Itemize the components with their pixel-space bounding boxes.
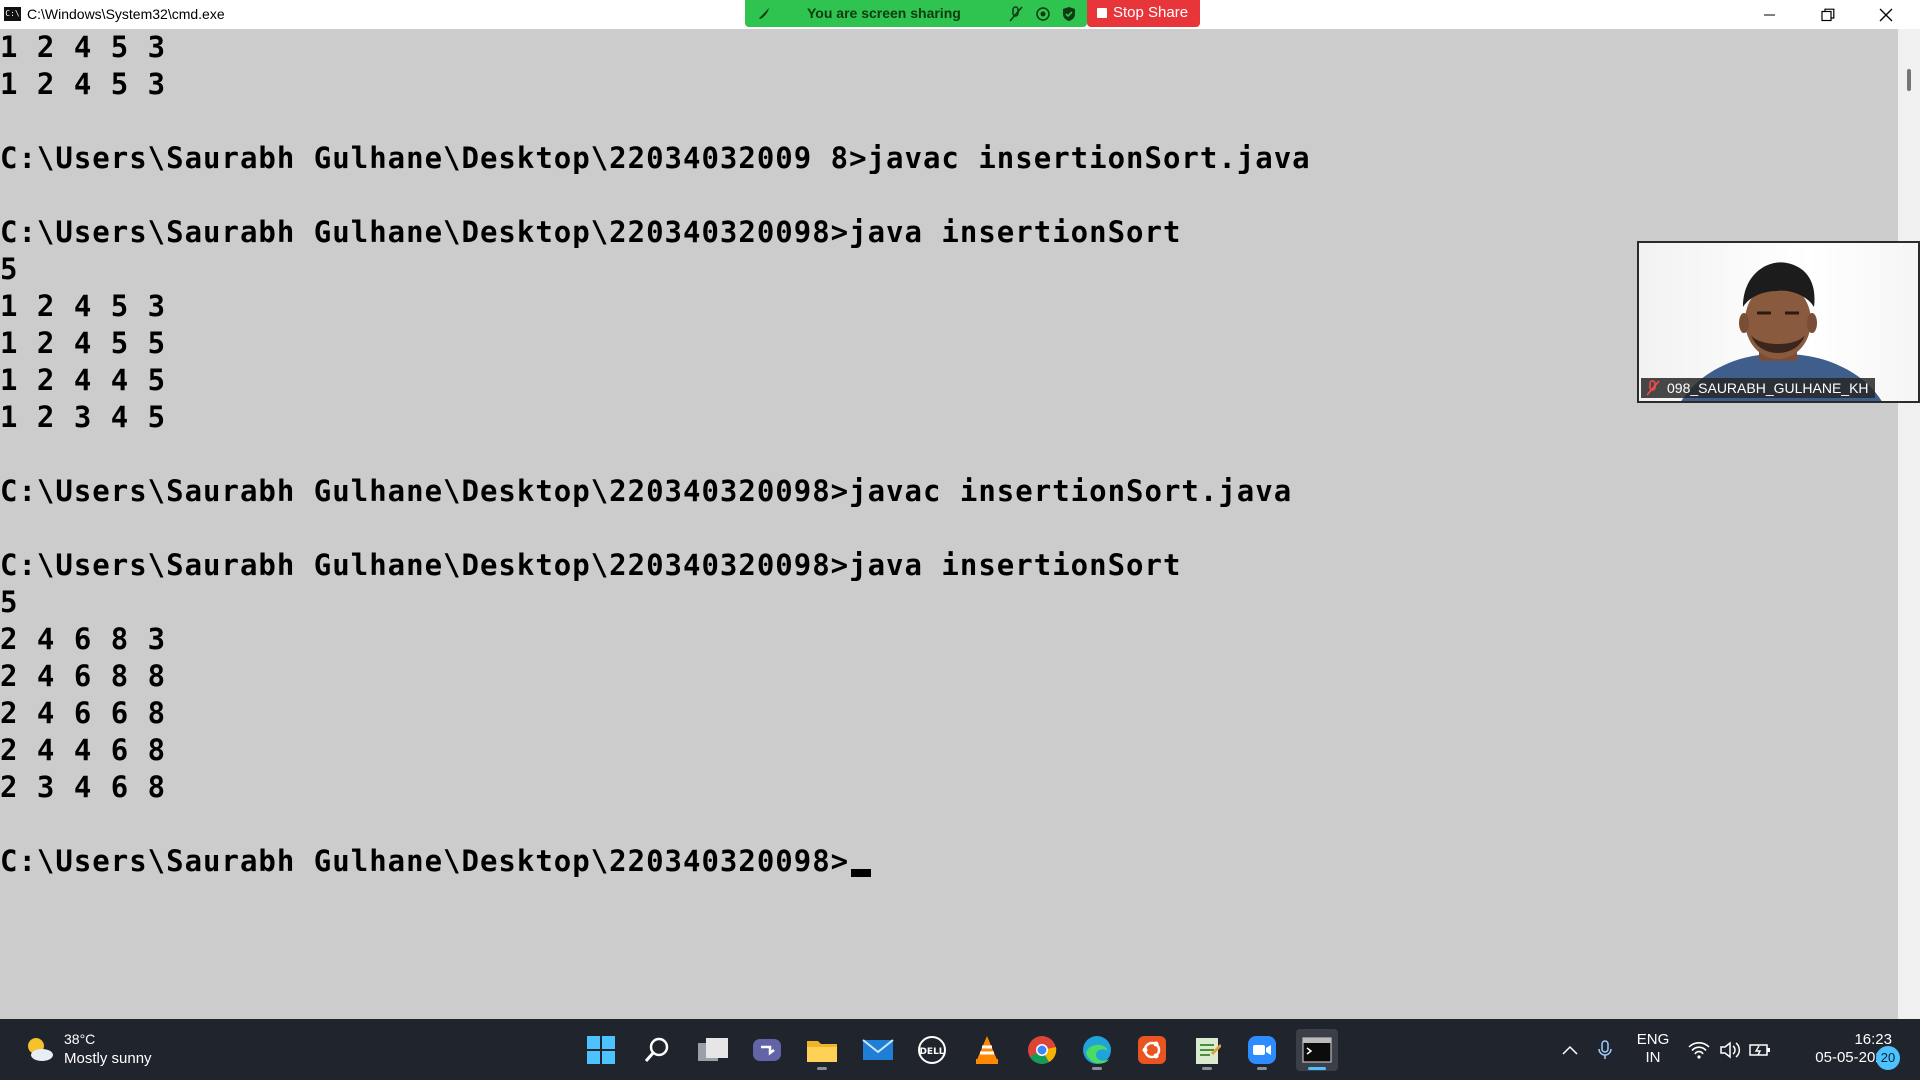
console-line: C:\Users\Saurabh Gulhane\Desktop\2203403… [0,548,1182,582]
input-language-indicator[interactable]: ENG IN [1633,1031,1673,1067]
stop-share-button[interactable]: Stop Share [1087,0,1200,27]
wifi-icon [1688,1041,1710,1059]
notepad-icon [1196,1038,1221,1064]
dell-icon: DELL [918,1036,946,1064]
edge-icon [1083,1036,1111,1064]
minimize-icon [1764,14,1775,15]
file-explorer-button[interactable] [801,1029,843,1071]
scrollbar-thumb[interactable] [1907,69,1911,91]
vlc-icon [976,1036,998,1064]
console-line: 1 2 4 5 5 [0,326,167,360]
edge-button[interactable] [1076,1029,1118,1071]
battery-button[interactable] [1746,1019,1774,1080]
volume-icon [1720,1040,1741,1059]
mail-button[interactable] [857,1029,899,1071]
record-icon[interactable] [1035,6,1051,22]
console-line: 1 2 4 5 3 [0,67,167,101]
chrome-icon [1028,1036,1057,1064]
console-line: 1 2 3 4 5 [0,400,167,434]
stop-share-label: Stop Share [1113,4,1189,21]
close-button[interactable] [1857,0,1915,29]
console-line: 2 4 6 6 8 [0,696,167,730]
weather-temperature: 38°C [64,1031,96,1047]
restore-button[interactable] [1799,0,1857,29]
clock[interactable]: 16:23 05-05-2022 [1780,1031,1892,1067]
close-icon [1879,8,1893,21]
notification-badge[interactable]: 20 [1876,1046,1900,1070]
zoom-button[interactable] [1241,1029,1283,1071]
running-indicator [817,1067,827,1070]
notepad-button[interactable] [1186,1029,1228,1071]
console-line: C:\Users\Saurabh Gulhane\Desktop\2203403… [0,474,1293,508]
mic-off-icon[interactable] [1009,6,1023,22]
chrome-button[interactable] [1021,1029,1063,1071]
console-line: 2 4 6 8 8 [0,659,167,693]
weather-condition: Mostly sunny [64,1050,152,1067]
running-indicator [1202,1067,1212,1070]
ubuntu-button[interactable] [1131,1029,1173,1071]
mail-icon [862,1039,894,1060]
svg-text:DELL: DELL [919,1047,944,1057]
language-code: ENG [1636,1031,1670,1048]
wifi-button[interactable] [1685,1019,1713,1080]
restore-icon [1821,8,1835,21]
vlc-button[interactable] [966,1029,1008,1071]
participant-video-tile[interactable]: 098_SAURABH_GULHANE_KH [1637,241,1920,403]
terminal-button[interactable] [1296,1029,1338,1071]
running-indicator [1092,1067,1102,1070]
teams-chat-button[interactable] [746,1029,788,1071]
security-shield-icon[interactable] [1062,6,1076,22]
participant-name: 098_SAURABH_GULHANE_KH [1667,380,1869,396]
start-button[interactable] [580,1029,622,1071]
task-view-button[interactable] [692,1029,734,1071]
terminal-icon [1302,1037,1332,1063]
console-line: C:\Users\Saurabh Gulhane\Desktop\2203403… [0,141,1311,175]
console-prompt-line[interactable]: C:\Users\Saurabh Gulhane\Desktop\2203403… [0,843,872,880]
chevron-up-icon [1562,1045,1578,1055]
console-line: 1 2 4 5 3 [0,289,167,323]
running-indicator [1308,1067,1326,1070]
cmd-app-icon[interactable]: C:\ [4,7,21,21]
window-title: C:\Windows\System32\cmd.exe [27,6,225,22]
console-line: 1 2 4 5 3 [0,30,167,64]
console-line: C:\Users\Saurabh Gulhane\Desktop\2203403… [0,215,1182,249]
region-code: IN [1645,1049,1661,1066]
minimize-button[interactable] [1741,0,1799,29]
search-icon [644,1037,669,1062]
vertical-scrollbar[interactable] [1898,29,1920,1019]
taskbar: 38°C Mostly sunny DELL ENG IN 16:23 05-0… [0,1019,1920,1080]
console-output[interactable]: 1 2 4 5 3 1 2 4 5 3 C:\Users\Saurabh Gul… [0,29,1898,1019]
partly-sunny-icon [28,1038,53,1061]
dell-button[interactable]: DELL [911,1029,953,1071]
battery-charging-icon [1749,1043,1770,1056]
console-prompt: C:\Users\Saurabh Gulhane\Desktop\2203403… [0,844,850,878]
console-line: 2 4 4 6 8 [0,733,167,767]
microphone-button[interactable] [1592,1019,1618,1080]
console-line: 2 3 4 6 8 [0,770,167,804]
screen-share-status: You are screen sharing [807,5,961,21]
running-indicator [1257,1067,1267,1070]
console-line: 2 4 6 8 3 [0,622,167,656]
screen-share-banner[interactable]: You are screen sharing [745,0,1087,27]
volume-button[interactable] [1716,1019,1744,1080]
teams-chat-icon [753,1039,781,1061]
mic-muted-icon [1646,380,1660,396]
text-cursor [851,869,872,877]
stop-square-icon [1097,8,1107,18]
start-icon [587,1036,615,1064]
clock-time: 16:23 [1854,1031,1892,1048]
microphone-icon [1598,1039,1612,1059]
file-explorer-icon [807,1041,837,1062]
console-line: 5 [0,585,19,619]
screen-share-shield-icon [759,8,769,19]
console-line: 5 [0,252,19,286]
participant-name-label: 098_SAURABH_GULHANE_KH [1641,378,1875,398]
zoom-icon [1248,1036,1276,1064]
search-button[interactable] [636,1029,678,1071]
show-hidden-icons-button[interactable] [1556,1019,1584,1080]
task-view-icon [698,1038,728,1061]
console-line: 1 2 4 4 5 [0,363,167,397]
ubuntu-icon [1138,1036,1166,1064]
